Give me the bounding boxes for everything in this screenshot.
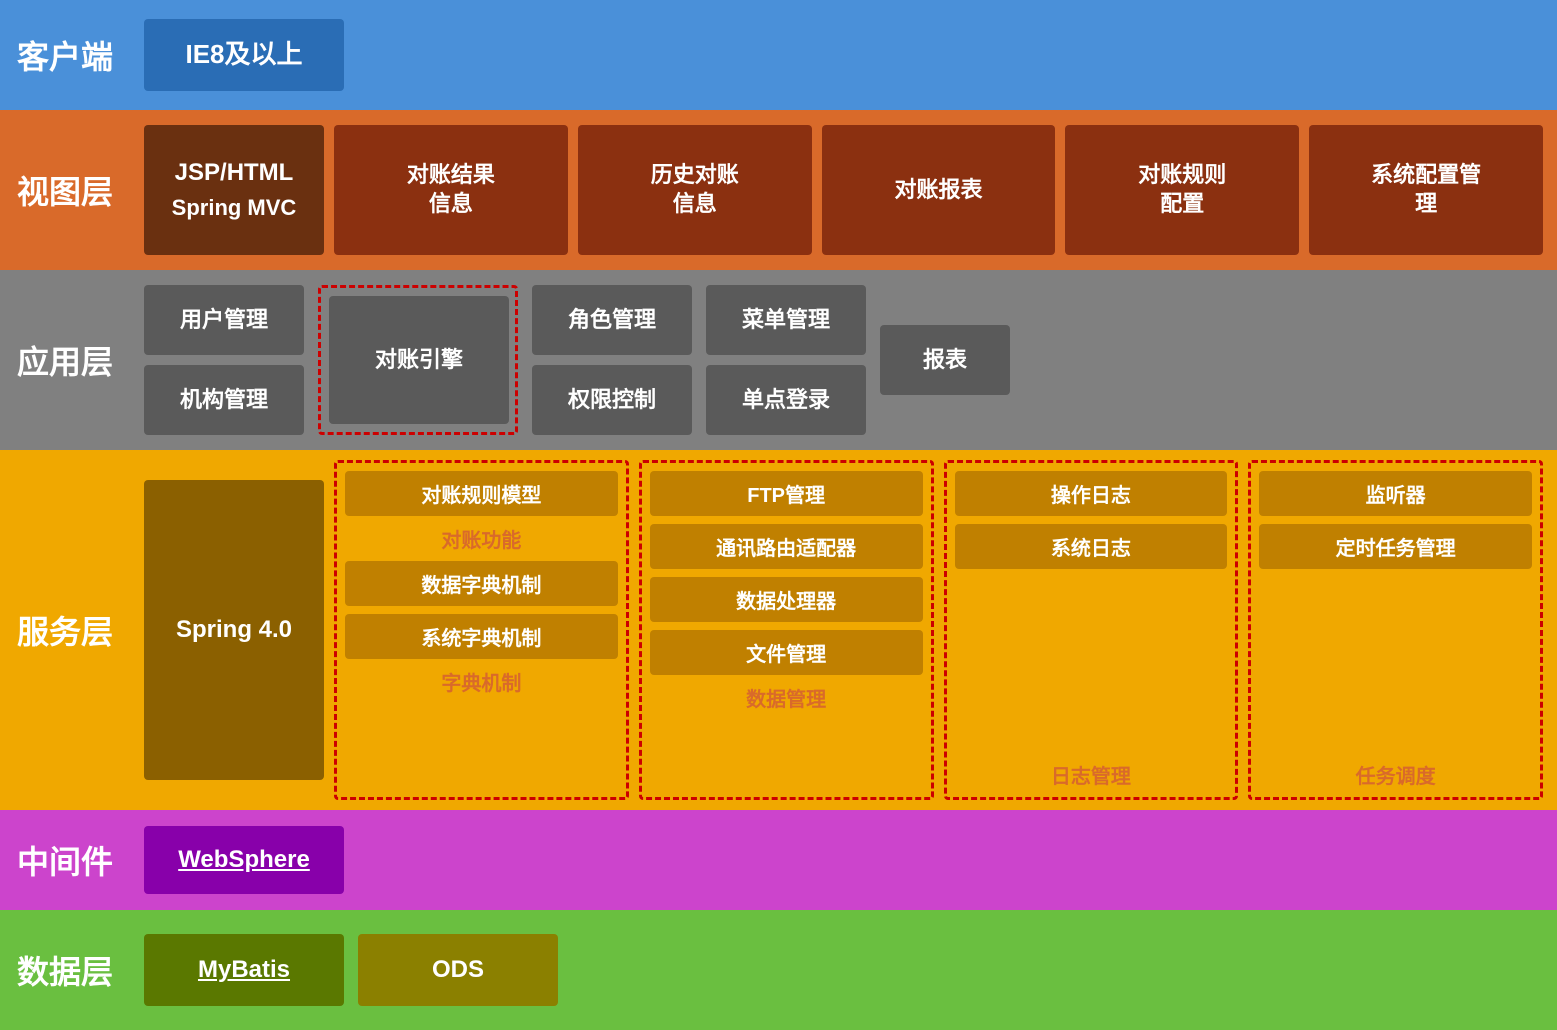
app-content: 用户管理 机构管理 对账引擎 角色管理 权限控制 菜单管理 单点登录 报表 [130,270,1557,450]
mybatis-box: MyBatis [144,934,344,1006]
service-groups: 对账规则模型 对账功能 数据字典机制 系统字典机制 字典机制 FTP管理 通讯路… [334,460,1543,800]
view-module-3: 对账报表 [822,125,1056,255]
service-group-zhangong: 对账规则模型 对账功能 数据字典机制 系统字典机制 字典机制 [334,460,629,800]
view-content: JSP/HTML Spring MVC 对账结果 信息 历史对账 信息 对账报表… [130,110,1557,270]
sg1-item1: 对账规则模型 [345,471,618,516]
data-label: 数据层 [0,910,130,1030]
middleware-row: 中间件 WebSphere [0,810,1557,910]
ods-box: ODS [358,934,558,1006]
sg2-label: 数据管理 [746,683,826,712]
app-permission: 权限控制 [532,365,692,435]
service-label: 服务层 [0,450,130,810]
sg4-item2: 定时任务管理 [1259,524,1532,569]
sg4-inner: 监听器 定时任务管理 [1259,471,1532,752]
architecture-diagram: 客户端 IE8及以上 视图层 JSP/HTML Spring MVC 对账结果 … [0,0,1557,1030]
view-label: 视图层 [0,110,130,270]
view-tech-line2: Spring MVC [172,194,297,223]
client-row: 客户端 IE8及以上 [0,0,1557,110]
view-module-2: 历史对账 信息 [578,125,812,255]
app-menu-mgmt: 菜单管理 [706,285,866,355]
sg1-sub: 字典机制 [441,667,521,696]
view-module-1: 对账结果 信息 [334,125,568,255]
app-org-mgmt: 机构管理 [144,365,304,435]
data-content: MyBatis ODS [130,910,1557,1030]
service-content: Spring 4.0 对账规则模型 对账功能 数据字典机制 系统字典机制 字典机… [130,450,1557,810]
app-col1: 用户管理 机构管理 [144,285,304,435]
websphere-box: WebSphere [144,826,344,894]
sg4-item1: 监听器 [1259,471,1532,516]
app-dashed-engine: 对账引擎 [318,285,518,435]
mybatis-label: MyBatis [198,954,290,985]
data-row: 数据层 MyBatis ODS [0,910,1557,1030]
app-user-mgmt: 用户管理 [144,285,304,355]
service-row: 服务层 Spring 4.0 对账规则模型 对账功能 数据字典机制 系统字典机制… [0,450,1557,810]
sg1-inner: 对账规则模型 对账功能 数据字典机制 系统字典机制 字典机制 [345,471,618,789]
middleware-label: 中间件 [0,810,130,910]
sg4-label: 任务调度 [1356,760,1436,789]
sg2-item3: 数据处理器 [650,577,923,622]
service-spring-left: Spring 4.0 [144,460,324,800]
sg3-label: 日志管理 [1051,760,1131,789]
view-tech-box: JSP/HTML Spring MVC [144,125,324,255]
app-row: 应用层 用户管理 机构管理 对账引擎 角色管理 权限控制 菜单管理 单点登录 [0,270,1557,450]
sg3-inner: 操作日志 系统日志 [955,471,1228,752]
sg1-orange: 对账功能 [441,524,521,553]
service-group-log: 操作日志 系统日志 日志管理 [944,460,1239,800]
sg2-item1: FTP管理 [650,471,923,516]
view-row: 视图层 JSP/HTML Spring MVC 对账结果 信息 历史对账 信息 … [0,110,1557,270]
app-report: 报表 [880,325,1010,395]
app-col5: 报表 [880,325,1010,395]
app-col4: 菜单管理 单点登录 [706,285,866,435]
view-module-4: 对账规则 配置 [1065,125,1299,255]
view-module-5: 系统配置管 理 [1309,125,1543,255]
sg3-item2: 系统日志 [955,524,1228,569]
ie-box: IE8及以上 [144,19,344,91]
sg3-item1: 操作日志 [955,471,1228,516]
websphere-label: WebSphere [178,844,310,875]
sg2-item2: 通讯路由适配器 [650,524,923,569]
app-sso: 单点登录 [706,365,866,435]
app-col3: 角色管理 权限控制 [532,285,692,435]
service-group-task: 监听器 定时任务管理 任务调度 [1248,460,1543,800]
client-label: 客户端 [0,0,130,110]
spring-box: Spring 4.0 [144,480,324,780]
client-content: IE8及以上 [130,0,1557,110]
sg1-item3: 系统字典机制 [345,614,618,659]
app-engine-box: 对账引擎 [329,296,509,424]
middleware-content: WebSphere [130,810,1557,910]
sg2-inner: FTP管理 通讯路由适配器 数据处理器 文件管理 数据管理 [650,471,923,789]
app-label: 应用层 [0,270,130,450]
sg1-item2: 数据字典机制 [345,561,618,606]
sg2-item4: 文件管理 [650,630,923,675]
view-tech-line1: JSP/HTML [175,157,294,188]
app-role-mgmt: 角色管理 [532,285,692,355]
service-group-data: FTP管理 通讯路由适配器 数据处理器 文件管理 数据管理 [639,460,934,800]
